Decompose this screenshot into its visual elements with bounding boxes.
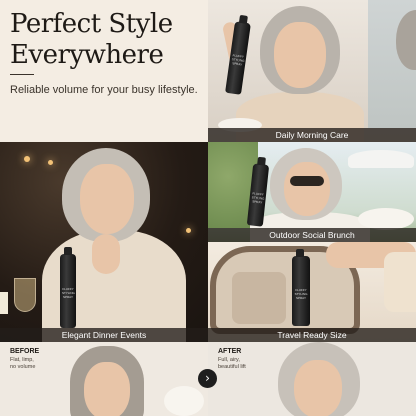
scene-dinner-events: FLUFFY STYLING SPRAY Elegant Dinner Even… xyxy=(0,142,208,342)
sunglasses-icon xyxy=(290,176,324,186)
before-description: Flat, limp, no volume xyxy=(10,357,36,370)
after-description: Full, airy, beautiful lift xyxy=(218,357,246,370)
wine-glass xyxy=(14,278,36,312)
scene-morning-care: FLUFFY STYLING SPRAY Daily Morning Care xyxy=(208,0,416,142)
spray-bottle: FLUFFY STYLING SPRAY xyxy=(60,247,76,328)
woman-face xyxy=(294,360,342,416)
woman-face xyxy=(84,362,130,416)
before-panel: BEFORE Flat, limp, no volume xyxy=(0,342,208,416)
divider xyxy=(10,74,34,75)
scene-caption: Daily Morning Care xyxy=(208,128,416,142)
scene-caption: Travel Ready Size xyxy=(208,328,416,342)
woman-face xyxy=(274,22,326,88)
flowers xyxy=(164,386,204,416)
bokeh-light xyxy=(24,156,30,162)
after-label: AFTER xyxy=(218,348,242,355)
pouch xyxy=(232,272,286,324)
bokeh-light xyxy=(48,160,53,165)
woman-face xyxy=(80,164,134,234)
scene-caption: Elegant Dinner Events xyxy=(0,328,208,342)
woman-hand xyxy=(92,234,120,274)
bokeh-light xyxy=(186,228,191,233)
woman-face xyxy=(284,162,330,216)
umbrella xyxy=(348,150,414,168)
scene-outdoor-brunch: FLUFFY STYLING SPRAY Outdoor Social Brun… xyxy=(208,142,416,242)
scene-travel-ready: FLUFFY STYLING SPRAY Travel Ready Size xyxy=(208,242,416,342)
chevron-right-icon[interactable]: › xyxy=(198,369,217,388)
headline-subtitle: Reliable volume for your busy lifestyle. xyxy=(10,84,198,96)
headline-title: Perfect Style Everywhere xyxy=(10,9,173,70)
sleeve xyxy=(384,252,416,312)
after-panel: AFTER Full, airy, beautiful lift xyxy=(208,342,416,416)
candle xyxy=(0,292,8,314)
before-label: BEFORE xyxy=(10,348,40,355)
scene-caption: Outdoor Social Brunch xyxy=(208,228,416,242)
flowers xyxy=(358,208,414,230)
headline-panel: Perfect Style Everywhere Reliable volume… xyxy=(0,0,208,142)
spray-bottle: FLUFFY STYLING SPRAY xyxy=(292,249,310,326)
